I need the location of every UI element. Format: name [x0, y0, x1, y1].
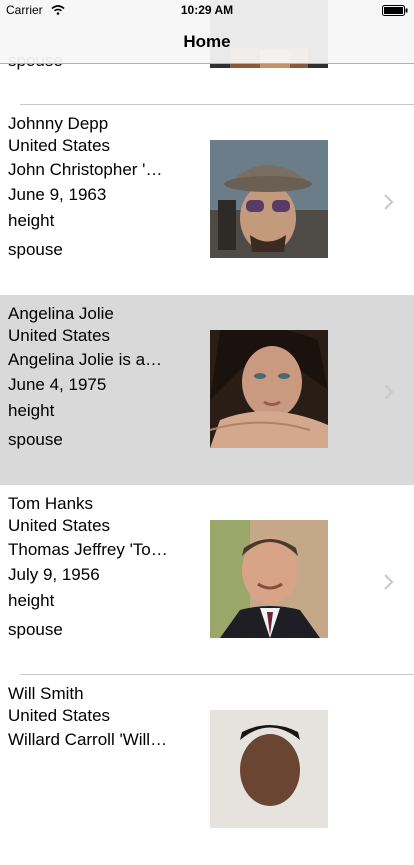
person-spouse: spouse — [8, 620, 63, 639]
battery-full-icon — [382, 5, 408, 16]
person-name: Tom Hanks — [8, 494, 94, 513]
person-birthdate: July 9, 1956 — [8, 565, 100, 584]
status-time: 10:29 AM — [180, 3, 234, 17]
person-name: Johnny Depp — [8, 114, 109, 133]
person-country: United States — [8, 516, 111, 535]
person-country: United States — [8, 706, 111, 725]
chevron-right-icon — [383, 573, 395, 591]
person-photo — [210, 140, 328, 258]
person-description: Thomas Jeffrey 'Tom' Hanks — [8, 540, 170, 559]
person-description: Willard Carroll 'Will' Smith Jr. — [8, 730, 170, 749]
person-photo — [210, 330, 328, 448]
person-height: height — [8, 211, 55, 230]
chevron-right-icon — [383, 383, 395, 401]
celebrity-list[interactable]: spouse Johnny Depp United States John Ch… — [0, 0, 414, 865]
person-birthdate: June 4, 1975 — [8, 375, 107, 394]
person-spouse: spouse — [8, 240, 63, 259]
list-item[interactable]: Will Smith United States Willard Carroll… — [0, 675, 414, 865]
chevron-right-icon — [383, 193, 395, 211]
person-description: Angelina Jolie is an American actress — [8, 350, 170, 369]
person-height: height — [8, 591, 55, 610]
person-country: United States — [8, 136, 111, 155]
person-name: Will Smith — [8, 684, 84, 703]
person-country: United States — [8, 326, 111, 345]
person-description: John Christopher 'Johnny' Depp II — [8, 160, 170, 179]
person-photo — [210, 520, 328, 638]
status-bar: Carrier 10:29 AM — [0, 0, 414, 20]
page-title: Home — [183, 32, 231, 51]
person-birthdate: June 9, 1963 — [8, 185, 107, 204]
list-item[interactable]: Angelina Jolie United States Angelina Jo… — [0, 295, 414, 485]
person-name: Angelina Jolie — [8, 304, 114, 323]
person-height: height — [8, 401, 55, 420]
person-spouse: spouse — [8, 430, 63, 449]
list-item[interactable]: Tom Hanks United States Thomas Jeffrey '… — [0, 485, 414, 675]
list-item[interactable]: Johnny Depp United States John Christoph… — [0, 105, 414, 295]
person-photo — [210, 710, 328, 828]
navigation-bar: Carrier 10:29 AM Home — [0, 0, 414, 64]
